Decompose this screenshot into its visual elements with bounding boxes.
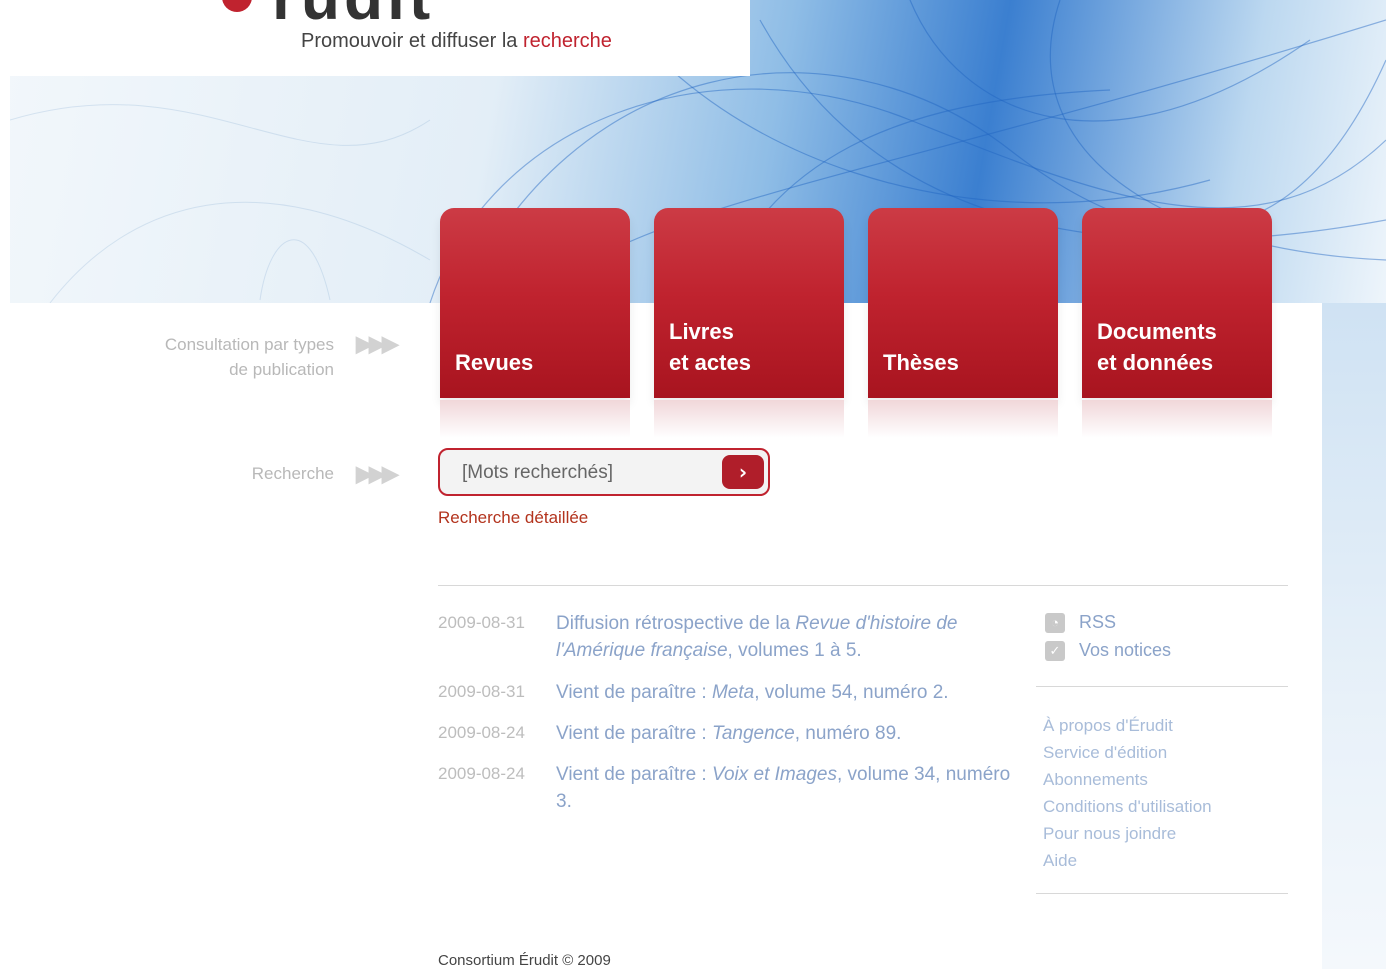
news-item: Diffusion rétrospective de la Revue d'hi…: [556, 610, 1026, 664]
tab-reflection: [868, 400, 1058, 438]
vos-notices-link[interactable]: ✓ Vos notices: [1045, 640, 1171, 662]
tab-documents-et-donnees[interactable]: Documents et données: [1082, 208, 1272, 398]
search-input[interactable]: [460, 458, 714, 488]
copyright: Consortium Érudit © 2009: [438, 952, 611, 969]
link-abonnements[interactable]: Abonnements: [1043, 766, 1212, 793]
footer-links: À propos d'Érudit Service d'édition Abon…: [1043, 712, 1212, 874]
logo-wordmark: rudit: [272, 0, 434, 34]
link-conditions[interactable]: Conditions d'utilisation: [1043, 793, 1212, 820]
divider: [1036, 686, 1288, 687]
news-link[interactable]: Vient de paraître : Meta, volume 54, num…: [556, 682, 949, 703]
search-submit-button[interactable]: ›: [722, 455, 764, 489]
tab-revues[interactable]: Revues: [440, 208, 630, 398]
advanced-search-link[interactable]: Recherche détaillée: [438, 508, 588, 528]
search-section-label: Recherche: [251, 464, 334, 483]
link-a-propos[interactable]: À propos d'Érudit: [1043, 712, 1212, 739]
divider: [1036, 893, 1288, 894]
news-link[interactable]: Vient de paraître : Voix et Images, volu…: [556, 764, 1010, 812]
news-item: Vient de paraître : Voix et Images, volu…: [556, 761, 1026, 815]
tagline: Promouvoir et diffuser la recherche: [301, 30, 612, 53]
news-link[interactable]: Vient de paraître : Tangence, numéro 89.: [556, 723, 901, 744]
news-date: 2009-08-31: [438, 613, 525, 632]
link-nous-joindre[interactable]: Pour nous joindre: [1043, 820, 1212, 847]
tab-label: Documents et données: [1097, 319, 1217, 375]
rss-link[interactable]: ◔ RSS: [1045, 612, 1116, 634]
decorative-side-strip: [1322, 303, 1386, 969]
tab-reflection: [1082, 400, 1272, 438]
tab-reflection: [440, 400, 630, 438]
news-link[interactable]: Diffusion rétrospective de la Revue d'hi…: [556, 613, 957, 661]
tagline-accent: recherche: [522, 30, 612, 52]
logo[interactable]: rudit Promouvoir et diffuser la recherch…: [0, 0, 750, 76]
logo-mark-icon: [222, 0, 252, 12]
publication-types-label: Consultation par types de publication: [164, 335, 334, 379]
tagline-text: Promouvoir et diffuser la: [301, 30, 518, 52]
triple-chevron-icon: ▶▶▶: [356, 461, 399, 486]
tab-label: Thèses: [883, 350, 959, 375]
news-item: Vient de paraître : Meta, volume 54, num…: [556, 679, 1026, 706]
triple-chevron-icon: ▶▶▶: [356, 331, 399, 356]
rss-icon: ◔: [1045, 613, 1065, 634]
news-date: 2009-08-24: [438, 723, 525, 742]
tab-label: Revues: [455, 350, 534, 375]
link-aide[interactable]: Aide: [1043, 847, 1212, 874]
tab-label: Livres et actes: [669, 319, 751, 375]
tab-theses[interactable]: Thèses: [868, 208, 1058, 398]
divider: [438, 585, 1288, 586]
news-item: Vient de paraître : Tangence, numéro 89.: [556, 720, 1026, 747]
search-box: ›: [438, 448, 770, 496]
news-date: 2009-08-24: [438, 764, 525, 783]
checkbox-icon: ✓: [1045, 641, 1065, 662]
news-date: 2009-08-31: [438, 682, 525, 701]
tab-livres-et-actes[interactable]: Livres et actes: [654, 208, 844, 398]
tab-reflection: [654, 400, 844, 438]
link-service-edition[interactable]: Service d'édition: [1043, 739, 1212, 766]
